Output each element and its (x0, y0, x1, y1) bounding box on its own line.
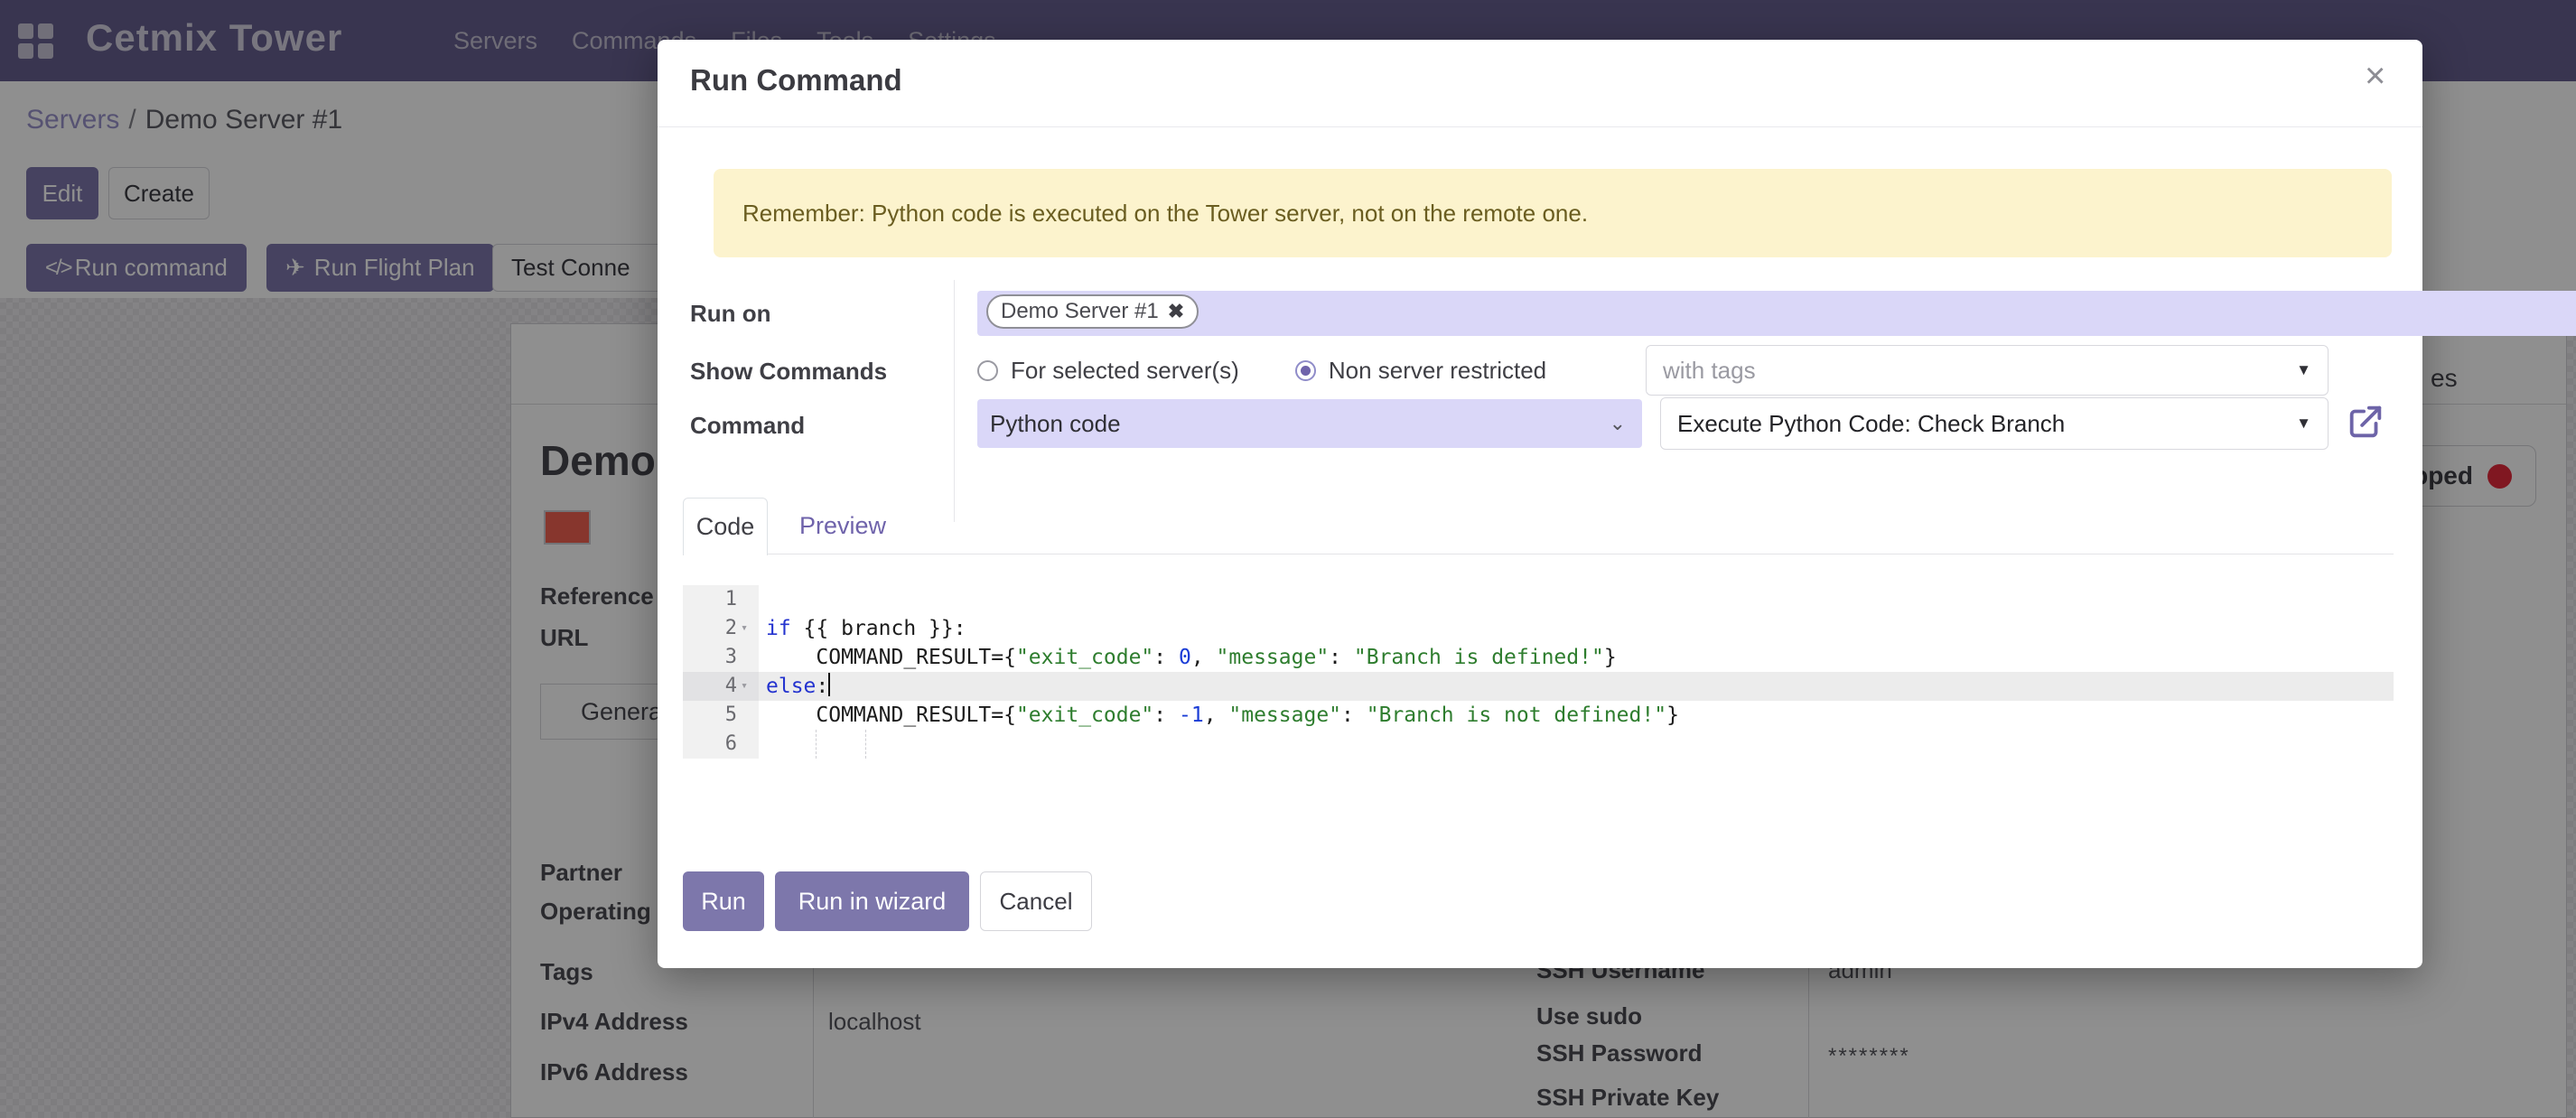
run-on-select[interactable]: Demo Server #1 ✖ ▼ (977, 291, 2576, 336)
show-commands-label: Show Commands (690, 358, 887, 386)
code-line-content: if {{ branch }}: (759, 614, 2394, 643)
cancel-button[interactable]: Cancel (980, 871, 1092, 931)
tag-remove-icon[interactable]: ✖ (1168, 300, 1184, 323)
fold-arrow-icon[interactable]: ▾ (737, 672, 751, 701)
tab-code[interactable]: Code (683, 498, 768, 555)
external-link-icon[interactable] (2345, 401, 2386, 443)
tab-preview[interactable]: Preview (775, 498, 910, 554)
radio-selected-servers-label[interactable]: For selected server(s) (1011, 357, 1239, 385)
code-line-4[interactable]: 4▾else: (683, 672, 2394, 701)
with-tags-select[interactable]: with tags ▼ (1646, 345, 2329, 396)
gutter-line-number: 5 (683, 701, 759, 730)
server-tag-label: Demo Server #1 (1001, 299, 1159, 324)
form-column-divider (954, 280, 955, 522)
server-tag-pill[interactable]: Demo Server #1 ✖ (986, 294, 1199, 329)
gutter-line-number: 1 (683, 585, 759, 614)
chevron-down-icon: ⌄ (1610, 412, 1626, 435)
text-cursor (828, 673, 830, 696)
show-commands-radios: For selected server(s) Non server restri… (977, 345, 1546, 396)
code-line-3[interactable]: 3 COMMAND_RESULT={"exit_code": 0, "messa… (683, 643, 2394, 672)
code-line-6[interactable]: 6 (683, 730, 2394, 759)
run-command-modal: Run Command × Remember: Python code is e… (658, 40, 2422, 968)
modal-header-divider (658, 126, 2422, 127)
run-on-label: Run on (690, 300, 771, 328)
run-in-wizard-button[interactable]: Run in wizard (775, 871, 969, 931)
warning-banner: Remember: Python code is executed on the… (714, 169, 2392, 257)
code-line-content: else: (759, 672, 2394, 701)
gutter-line-number: 2▾ (683, 614, 759, 643)
code-line-content (759, 730, 2394, 759)
code-line-2[interactable]: 2▾if {{ branch }}: (683, 614, 2394, 643)
gutter-line-number: 3 (683, 643, 759, 672)
app-screen: Servers/Demo Server #1 Edit Create </> R… (0, 0, 2576, 1118)
command-label: Command (690, 412, 805, 440)
code-editor[interactable]: 12▾if {{ branch }}:3 COMMAND_RESULT={"ex… (683, 585, 2394, 798)
run-button[interactable]: Run (683, 871, 764, 931)
radio-selected-servers[interactable] (977, 360, 998, 381)
close-icon[interactable]: × (2365, 56, 2385, 97)
gutter-line-number: 4▾ (683, 672, 759, 701)
radio-non-restricted[interactable] (1295, 360, 1316, 381)
warning-text: Remember: Python code is executed on the… (742, 200, 1588, 228)
code-line-1[interactable]: 1 (683, 585, 2394, 614)
fold-arrow-icon[interactable]: ▾ (737, 614, 751, 643)
code-line-content (759, 585, 2394, 614)
command-type-select[interactable]: Python code ⌄ (977, 399, 1642, 448)
code-line-content: COMMAND_RESULT={"exit_code": 0, "message… (759, 643, 2394, 672)
gutter-line-number: 6 (683, 730, 759, 759)
radio-non-restricted-label[interactable]: Non server restricted (1329, 357, 1546, 385)
indent-guide (816, 730, 817, 759)
indent-guide (865, 730, 866, 759)
chevron-down-icon: ▼ (2296, 415, 2311, 433)
command-name-select[interactable]: Execute Python Code: Check Branch ▼ (1660, 397, 2329, 450)
code-line-5[interactable]: 5 COMMAND_RESULT={"exit_code": -1, "mess… (683, 701, 2394, 730)
code-line-content: COMMAND_RESULT={"exit_code": -1, "messag… (759, 701, 2394, 730)
modal-title: Run Command (690, 63, 902, 98)
chevron-down-icon: ▼ (2296, 361, 2311, 379)
